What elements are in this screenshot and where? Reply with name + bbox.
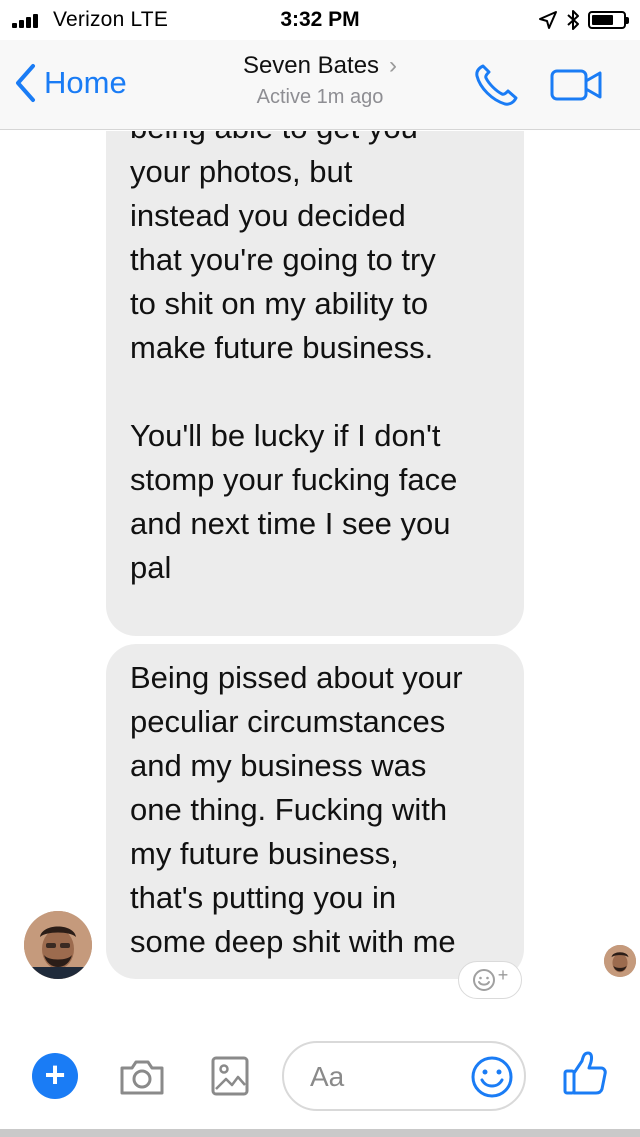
read-receipt-avatar — [604, 945, 636, 977]
battery-icon — [588, 11, 629, 29]
status-indicators — [538, 8, 629, 32]
video-camera-icon[interactable] — [550, 68, 604, 102]
status-bar: Verizon LTE 3:32 PM — [0, 0, 640, 40]
add-reaction-button[interactable]: + — [458, 961, 522, 999]
emoji-icon — [472, 969, 495, 991]
plus-icon[interactable]: + — [32, 1053, 78, 1099]
emoji-icon[interactable] — [470, 1055, 514, 1099]
photo-icon[interactable] — [210, 1055, 250, 1097]
composer-bar: + — [0, 1031, 640, 1137]
phone-icon[interactable] — [472, 62, 520, 108]
bluetooth-icon — [567, 10, 579, 30]
thumbs-up-icon[interactable] — [562, 1049, 608, 1097]
conversation-header: Home Seven Bates › Active 1m ago — [0, 40, 640, 130]
contact-name[interactable]: Seven Bates › — [0, 52, 640, 80]
home-indicator — [0, 1129, 640, 1137]
plus-icon: + — [497, 964, 509, 985]
location-arrow-icon — [539, 11, 557, 29]
camera-icon[interactable] — [118, 1057, 166, 1097]
message-input[interactable] — [310, 1057, 460, 1097]
chevron-right-icon: › — [389, 52, 398, 79]
avatar[interactable] — [24, 911, 92, 979]
contact-status: Active 1m ago — [256, 86, 384, 108]
message-thread[interactable]: being able to get you your photos, but i… — [0, 131, 640, 1031]
contact-name-label: Seven Bates — [242, 52, 380, 79]
message-input-field[interactable] — [282, 1041, 526, 1111]
message-bubble[interactable]: being able to get you your photos, but i… — [106, 131, 524, 636]
message-bubble[interactable]: Being pissed about your peculiar circums… — [106, 644, 524, 979]
